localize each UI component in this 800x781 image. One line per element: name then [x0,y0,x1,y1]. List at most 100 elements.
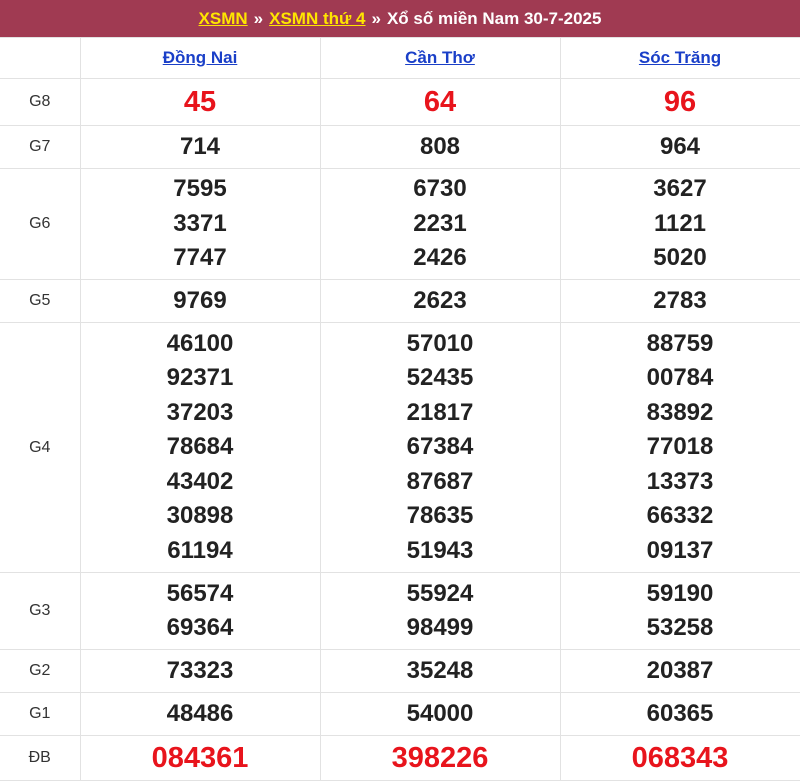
prize-row-g2: G2 73323 35248 20387 [0,649,800,693]
prize-number: 3371 [173,209,227,237]
prize-cell: 7595 3371 7747 [79,168,321,280]
prize-number: 83892 [646,398,714,426]
prize-number: 068343 [631,741,729,774]
prize-number: 55924 [406,579,474,607]
breadcrumb-separator: » [253,8,264,28]
province-header-row: Đồng Nai Cần Thơ Sóc Trăng [0,37,800,79]
prize-number: 52435 [406,364,474,392]
prize-cell: 46100 92371 37203 78684 43402 30898 61194 [79,322,321,573]
prize-row-g3: G3 56574 69364 55924 98499 59190 53258 [0,572,800,650]
prize-cell: 35248 [319,649,561,693]
province-link-can-tho[interactable]: Cần Thơ [405,48,475,67]
prize-cell: 45 [79,78,321,126]
prize-number: 5020 [653,244,707,272]
prize-number: 35248 [406,656,474,684]
results-table: Đồng Nai Cần Thơ Sóc Trăng G8 45 64 96 G7 714… [0,37,800,781]
prize-label: G7 [0,125,81,169]
corner-cell [0,37,81,79]
prize-number: 78684 [166,433,234,461]
prize-number: 60365 [646,699,714,727]
prize-number: 2623 [413,286,467,314]
prize-number: 43402 [166,467,234,495]
prize-number: 30898 [166,502,234,530]
prize-cell: 56574 69364 [79,572,321,650]
prize-cell: 808 [319,125,561,169]
prize-number: 46100 [166,329,234,357]
province-header: Sóc Trăng [559,37,800,79]
prize-cell: 964 [559,125,800,169]
prize-cell: 48486 [79,692,321,736]
prize-row-g5: G5 9769 2623 2783 [0,279,800,323]
prize-number: 714 [179,132,221,160]
prize-cell: 2623 [319,279,561,323]
prize-label: G5 [0,279,81,323]
prize-cell: 068343 [559,735,800,781]
prize-number: 67384 [406,433,474,461]
prize-cell: 54000 [319,692,561,736]
breadcrumb-link-xsmn-thu-4[interactable]: XSMN thứ 4 [269,9,365,29]
prize-number: 61194 [167,536,233,564]
prize-label: G8 [0,78,81,126]
province-link-soc-trang[interactable]: Sóc Trăng [639,48,721,67]
prize-cell: 9769 [79,279,321,323]
prize-cell: 084361 [79,735,321,781]
prize-number: 98499 [406,614,474,641]
prize-label: G2 [0,649,81,693]
prize-number: 9769 [173,286,227,314]
province-link-dong-nai[interactable]: Đồng Nai [163,48,238,67]
prize-number: 54000 [406,699,474,727]
prize-cell: 20387 [559,649,800,693]
prize-label: G6 [0,168,81,280]
prize-row-g6: G6 7595 3371 7747 6730 2231 2426 3627 1121 5020 [0,168,800,280]
prize-number: 00784 [646,364,714,392]
prize-number: 2426 [413,244,467,272]
province-header: Đồng Nai [79,37,321,79]
prize-number: 37203 [166,398,234,426]
prize-number: 92371 [166,364,234,392]
prize-number: 6730 [413,175,467,203]
prize-label: G4 [0,322,81,573]
prize-number: 57010 [406,329,474,357]
page-title: Xổ số miền Nam 30-7-2025 [386,8,602,28]
prize-number: 96 [663,85,697,118]
prize-cell: 96 [559,78,800,126]
prize-number: 66332 [646,502,714,530]
prize-number: 48486 [166,699,234,727]
prize-number: 87687 [406,467,474,495]
prize-number: 964 [659,132,701,160]
breadcrumb-header: XSMN » XSMN thứ 4 » Xổ số miền Nam 30-7-… [0,0,800,37]
prize-cell: 64 [319,78,561,126]
prize-number: 13373 [646,467,714,495]
prize-number: 69364 [166,614,234,641]
prize-number: 20387 [646,656,714,684]
prize-cell: 73323 [79,649,321,693]
prize-number: 808 [419,132,461,160]
prize-number: 7747 [173,244,227,272]
prize-row-g7: G7 714 808 964 [0,125,800,169]
prize-number: 09137 [646,536,714,564]
breadcrumb-separator: » [371,8,381,28]
prize-number: 59190 [646,579,714,607]
prize-cell: 398226 [319,735,561,781]
province-header: Cần Thơ [319,37,561,79]
prize-number: 53258 [646,614,714,641]
prize-number: 88759 [646,329,714,357]
prize-number: 45 [183,85,217,118]
prize-number: 1121 [653,209,707,237]
prize-row-g8: G8 45 64 96 [0,78,800,126]
prize-number: 73323 [166,656,234,684]
prize-row-g4: G4 46100 92371 37203 78684 43402 30898 61194 570… [0,322,800,573]
prize-cell: 60365 [559,692,800,736]
prize-number: 2231 [413,209,467,237]
prize-cell: 88759 00784 83892 77018 13373 66332 09137 [559,322,800,573]
prize-number: 78635 [406,502,474,530]
prize-row-db: ĐB 084361 398226 068343 [0,735,800,781]
prize-label: ĐB [0,735,81,781]
prize-number: 084361 [151,741,249,774]
prize-cell: 3627 1121 5020 [559,168,800,280]
prize-label: G3 [0,572,81,650]
prize-label: G1 [0,692,81,736]
prize-cell: 2783 [559,279,800,323]
breadcrumb-link-xsmn[interactable]: XSMN [199,9,248,29]
prize-number: 64 [423,85,457,118]
